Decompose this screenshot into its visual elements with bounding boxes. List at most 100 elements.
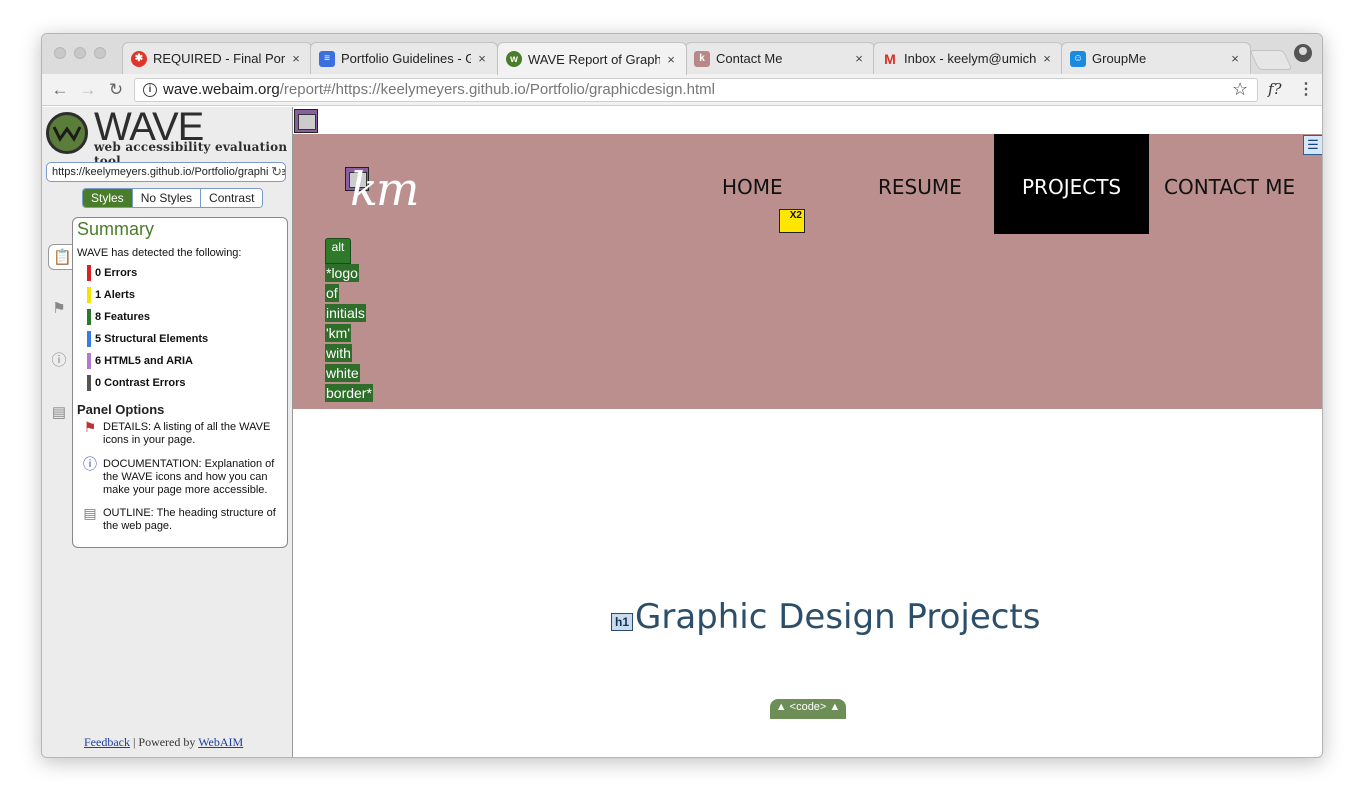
nav-contact-me[interactable]: CONTACT ME xyxy=(1164,175,1295,199)
tab-strip: ✱ REQUIRED - Final Portf × ≡ Portfolio G… xyxy=(42,34,1322,75)
wave-url-value: https://keelymeyers.github.io/Portfolio/… xyxy=(52,166,286,178)
tab-title: Inbox - keelym@umich. xyxy=(904,51,1036,66)
page-title: Graphic Design Projects xyxy=(635,597,1041,637)
wave-alt-icon[interactable]: alt xyxy=(325,238,351,264)
url-path: /report#/https://keelymeyers.github.io/P… xyxy=(279,81,715,98)
powered-by-text: Powered by xyxy=(138,735,196,749)
wave-list-icon[interactable]: ☰ xyxy=(1303,135,1322,155)
stat-alerts[interactable]: 1 Alerts xyxy=(87,287,135,303)
wave-url-input[interactable]: https://keelymeyers.github.io/Portfolio/… xyxy=(46,162,286,182)
tab-title: REQUIRED - Final Portf xyxy=(153,51,285,66)
stat-label: 8 Features xyxy=(95,311,151,323)
code-toggle-button[interactable]: ▲ <code> ▲ xyxy=(770,699,846,719)
summary-title: Summary xyxy=(77,219,155,239)
option-documentation[interactable]: ⓘ DOCUMENTATION: Explanation of the WAVE… xyxy=(81,456,281,497)
option-text: DOCUMENTATION: Explanation of the WAVE i… xyxy=(103,458,275,496)
page-preview: km HOME RESUME PROJECTS CONTACT ME ☰ X2 … xyxy=(293,107,1322,757)
close-icon[interactable]: × xyxy=(1040,51,1054,66)
stat-html5-aria[interactable]: 6 HTML5 and ARIA xyxy=(87,353,193,369)
style-toggle-group: Styles No Styles Contrast xyxy=(82,188,264,208)
styles-button[interactable]: Styles xyxy=(83,189,132,207)
contrast-button[interactable]: Contrast xyxy=(200,189,263,207)
new-tab-button[interactable] xyxy=(1249,50,1293,70)
close-icon[interactable]: × xyxy=(289,51,303,66)
browser-window: ✱ REQUIRED - Final Portf × ≡ Portfolio G… xyxy=(41,33,1323,758)
wave-structure-icon[interactable] xyxy=(294,109,318,133)
option-outline[interactable]: ▤ OUTLINE: The heading structure of the … xyxy=(81,506,281,533)
error-color-bar xyxy=(87,265,91,281)
feature-color-bar xyxy=(87,309,91,325)
separator: | xyxy=(132,735,136,749)
option-details[interactable]: ⚑ DETAILS: A listing of all the WAVE ico… xyxy=(81,420,281,447)
reload-button[interactable]: ↻ xyxy=(106,80,126,100)
nav-projects[interactable]: PROJECTS xyxy=(1022,175,1121,199)
outline-page-icon[interactable]: ▤ xyxy=(46,400,72,426)
docs-icon: ≡ xyxy=(319,50,335,67)
required-icon: ✱ xyxy=(131,50,147,67)
tab-title: Portfolio Guidelines - G xyxy=(341,51,471,66)
webaim-link[interactable]: WebAIM xyxy=(198,735,243,749)
browser-toolbar: ← → ↻ i wave.webaim.org/report#/https://… xyxy=(42,74,1322,106)
extension-icon[interactable]: f? xyxy=(1268,80,1282,98)
alt-text-word: 'km' xyxy=(325,324,352,342)
nav-home[interactable]: HOME xyxy=(722,175,783,199)
address-bar[interactable]: i wave.webaim.org/report#/https://keelym… xyxy=(134,78,1258,102)
tab-wave-report[interactable]: w WAVE Report of Graphi × xyxy=(497,42,687,75)
url-host: wave.webaim.org xyxy=(163,81,280,98)
maximize-window-button[interactable] xyxy=(94,47,106,59)
close-icon[interactable]: × xyxy=(852,51,866,66)
stat-label: 6 HTML5 and ARIA xyxy=(95,355,193,367)
alt-text-word: border* xyxy=(325,384,373,402)
stat-structural[interactable]: 5 Structural Elements xyxy=(87,331,208,347)
stat-errors[interactable]: 0 Errors xyxy=(87,265,137,281)
bookmark-star-icon[interactable]: ☆ xyxy=(1232,79,1248,100)
forward-button[interactable]: → xyxy=(78,80,98,100)
close-icon[interactable]: × xyxy=(664,52,678,67)
close-window-button[interactable] xyxy=(54,47,66,59)
refresh-icon[interactable]: ↻ xyxy=(269,163,282,181)
nav-resume[interactable]: RESUME xyxy=(878,175,962,199)
tab-portfolio-guidelines[interactable]: ≡ Portfolio Guidelines - G × xyxy=(310,42,498,74)
feedback-link[interactable]: Feedback xyxy=(84,735,130,749)
stat-label: 0 Contrast Errors xyxy=(95,377,186,389)
page-heading: h1 Graphic Design Projects xyxy=(611,597,1040,637)
minimize-window-button[interactable] xyxy=(74,47,86,59)
info-icon[interactable]: i xyxy=(143,83,157,97)
alt-text-word: white xyxy=(325,364,360,382)
close-icon[interactable]: × xyxy=(475,51,489,66)
tab-contact-me[interactable]: k Contact Me × xyxy=(685,42,875,74)
stat-label: 0 Errors xyxy=(95,267,138,279)
tab-required[interactable]: ✱ REQUIRED - Final Portf × xyxy=(122,42,312,74)
details-flag-icon[interactable]: ⚑ xyxy=(46,296,72,322)
alert-color-bar xyxy=(87,287,91,303)
wave-sidebar: WAVE web accessibility evaluation tool h… xyxy=(42,105,293,757)
no-styles-button[interactable]: No Styles xyxy=(131,189,201,207)
contrast-color-bar xyxy=(87,375,91,391)
gmail-icon: M xyxy=(884,50,896,67)
structural-color-bar xyxy=(87,331,91,347)
documentation-info-icon[interactable]: ⓘ xyxy=(46,348,72,374)
footer-links: Feedback | Powered by WebAIM xyxy=(84,735,243,750)
close-icon[interactable]: × xyxy=(1228,51,1242,66)
panel-options-title: Panel Options xyxy=(77,402,165,417)
groupme-icon: ☺ xyxy=(1070,50,1086,67)
km-favicon-icon: k xyxy=(694,50,710,67)
wave-alert-x2-icon[interactable]: X2 xyxy=(779,209,805,233)
tab-title: WAVE Report of Graphi xyxy=(528,51,660,67)
kebab-menu-icon[interactable]: ⋮ xyxy=(1298,79,1314,99)
wave-logo-icon xyxy=(46,112,88,154)
alt-text-word: *logo xyxy=(325,264,359,282)
profile-icon[interactable] xyxy=(1294,44,1312,62)
wave-h1-icon[interactable]: h1 xyxy=(611,613,633,631)
stat-label: 5 Structural Elements xyxy=(95,333,209,345)
back-button[interactable]: ← xyxy=(50,80,70,100)
km-logo[interactable]: km xyxy=(350,162,419,216)
detected-text: WAVE has detected the following: xyxy=(77,247,242,259)
stat-features[interactable]: 8 Features xyxy=(87,309,150,325)
documentation-icon: ⓘ xyxy=(83,456,97,472)
tab-inbox[interactable]: M Inbox - keelym@umich. × xyxy=(873,42,1063,74)
tab-groupme[interactable]: ☺ GroupMe × xyxy=(1061,42,1251,74)
stat-label: 1 Alerts xyxy=(95,289,135,301)
stat-contrast[interactable]: 0 Contrast Errors xyxy=(87,375,185,391)
option-text: DETAILS: A listing of all the WAVE icons… xyxy=(103,421,271,446)
